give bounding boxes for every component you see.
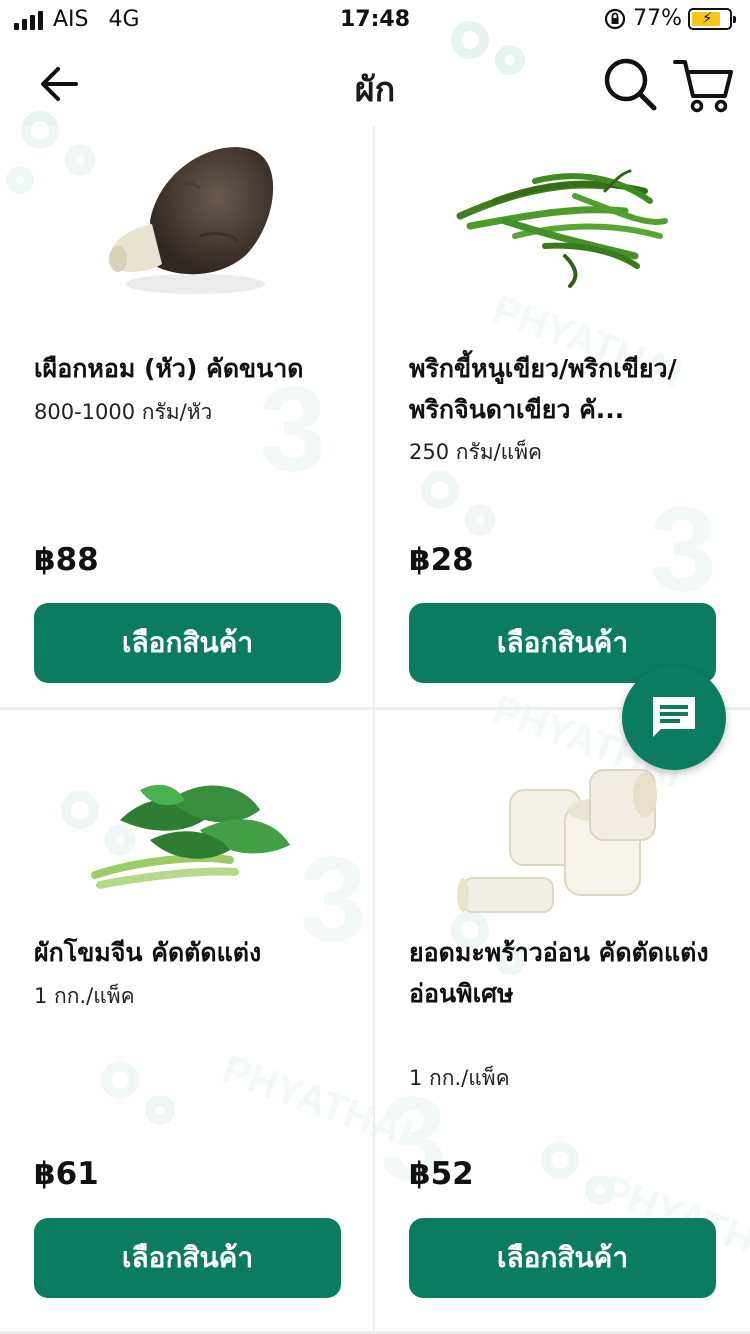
- select-product-button[interactable]: เลือกสินค้า: [34, 1218, 341, 1298]
- product-unit: 800-1000 กรัม/หัว: [34, 400, 213, 424]
- charging-bolt-icon: ⚡: [702, 8, 713, 27]
- select-product-button[interactable]: เลือกสินค้า: [34, 603, 341, 683]
- product-price: ฿52: [409, 1156, 474, 1192]
- taro-image: [109, 147, 274, 294]
- product-name: เผือกหอม (หัว) คัดขนาด: [34, 354, 304, 383]
- chat-button[interactable]: [622, 666, 726, 770]
- product-unit: 250 กรัม/แพ็ค: [409, 440, 543, 464]
- product-card[interactable]: พริกขี้หนูเขียว/พริกเขียว/พริกจินดาเขียว…: [375, 126, 750, 710]
- product-price: ฿61: [34, 1156, 99, 1192]
- product-card[interactable]: เผือกหอม (หัว) คัดขนาด 800-1000 กรัม/หัว…: [0, 126, 375, 710]
- product-name: พริกขี้หนูเขียว/พริกเขียว/พริกจินดาเขียว…: [409, 354, 677, 424]
- search-button[interactable]: [600, 54, 660, 114]
- header: ผัก: [0, 44, 750, 126]
- chat-icon: [653, 697, 695, 737]
- chinese-spinach-image: [91, 784, 290, 889]
- green-chili-image: [456, 169, 668, 288]
- product-price: ฿88: [34, 542, 99, 578]
- product-price: ฿28: [409, 542, 474, 578]
- select-product-button[interactable]: เลือกสินค้า: [409, 1218, 716, 1298]
- product-card[interactable]: ผักโขมจีน คัดตัดแต่ง 1 กก./แพ็ค ฿61 เลือ…: [0, 710, 375, 1334]
- status-bar: AIS 4G 17:48 77% ⚡: [0, 0, 750, 42]
- battery-percent: 77%: [633, 6, 682, 31]
- search-icon: [604, 58, 657, 111]
- cart-button[interactable]: [672, 52, 736, 116]
- product-card[interactable]: ยอดมะพร้าวอ่อน คัดตัดแต่ง อ่อนพิเศษ 1 กก…: [375, 710, 750, 1334]
- battery-icon: ⚡: [688, 7, 736, 30]
- cart-icon: [673, 60, 733, 113]
- product-unit: 1 กก./แพ็ค: [409, 1066, 510, 1090]
- status-right: 77% ⚡: [603, 6, 736, 31]
- rotation-lock-icon: [604, 8, 626, 29]
- product-name: ผักโขมจีน คัดตัดแต่ง: [34, 938, 262, 967]
- product-name: ยอดมะพร้าวอ่อน คัดตัดแต่ง อ่อนพิเศษ: [409, 938, 709, 1008]
- product-unit: 1 กก./แพ็ค: [34, 984, 135, 1008]
